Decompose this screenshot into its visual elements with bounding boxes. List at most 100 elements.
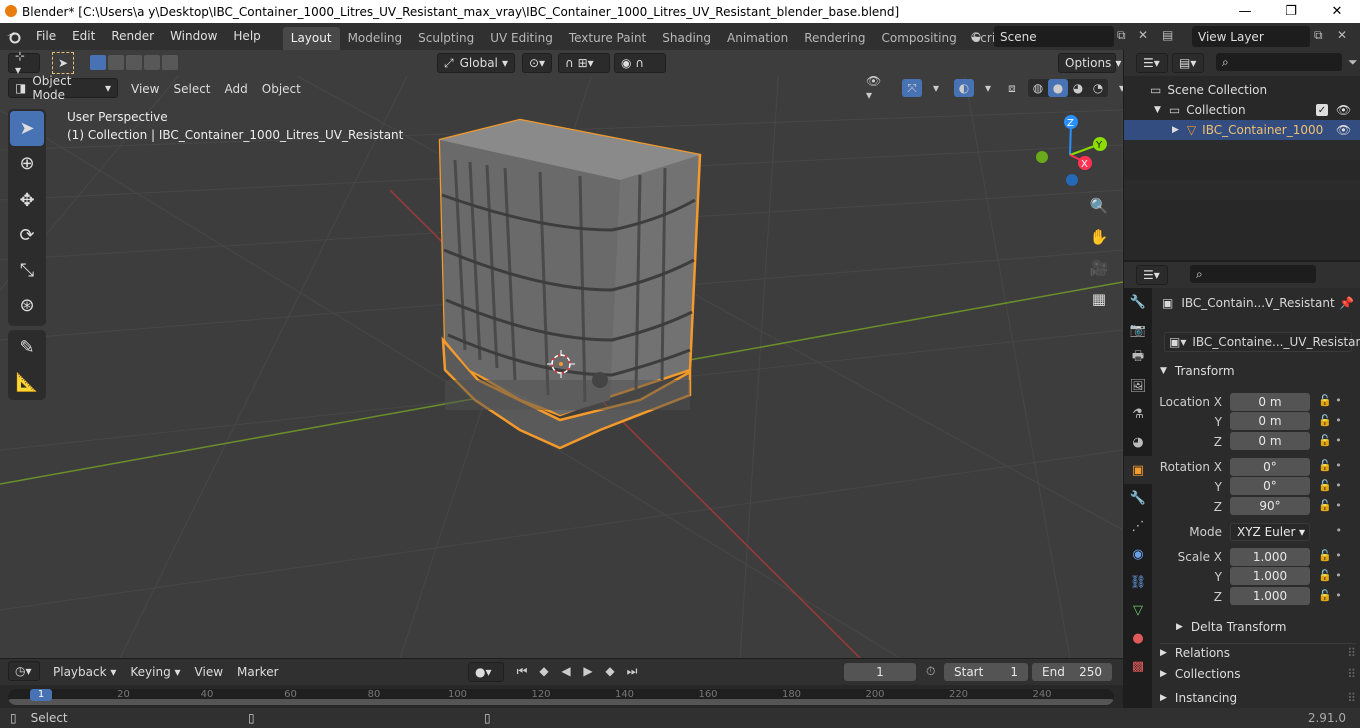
snap-dropdown[interactable]: ∩ ⊞▾ — [558, 53, 610, 73]
visibility-icon[interactable]: 👁▾ — [866, 74, 886, 102]
xray-toggle-icon[interactable]: ⧈ — [1002, 79, 1022, 97]
remove-view-layer-icon[interactable]: ✕ — [1337, 28, 1347, 42]
maximize-button[interactable]: ❐ — [1268, 0, 1314, 23]
timeline-menu-playback[interactable]: Playback ▾ — [46, 662, 123, 682]
lock-icon[interactable]: 🔓 • — [1318, 499, 1342, 524]
wireframe-shading-icon[interactable]: ◍ — [1028, 79, 1048, 97]
timeline-menu-view[interactable]: View — [188, 662, 230, 682]
tab-compositing[interactable]: Compositing — [873, 27, 964, 50]
playhead-indicator[interactable]: 1 — [30, 689, 52, 701]
minimize-button[interactable]: — — [1222, 0, 1268, 23]
auto-keying-toggle[interactable]: ●▾ — [468, 662, 504, 682]
select-mode-extend-icon[interactable] — [108, 55, 124, 70]
outliner-display-mode-button[interactable]: ▤▾ — [1172, 53, 1204, 73]
rotation-y-field[interactable]: 0° — [1230, 477, 1310, 495]
expand-arrow-icon[interactable]: ▼ — [1154, 105, 1161, 115]
outliner-row-scene-collection[interactable]: ▭ Scene Collection — [1124, 80, 1360, 100]
menu-help[interactable]: Help — [225, 23, 268, 50]
jump-end-icon[interactable]: ⏭ — [622, 662, 642, 680]
scene-icon[interactable]: ◒ — [966, 26, 986, 46]
move-tool-icon[interactable]: ✥ — [8, 183, 46, 218]
cursor-tool-icon[interactable]: ⊕ — [8, 146, 46, 181]
annotate-tool-icon[interactable]: ✎ — [8, 330, 46, 365]
outliner-row-collection[interactable]: ▼ ▭ Collection ✓ 👁 — [1124, 100, 1360, 120]
collection-checkbox[interactable]: ✓ — [1316, 104, 1328, 116]
timeline-menu-marker[interactable]: Marker — [230, 662, 285, 682]
new-view-layer-icon[interactable]: ⧉ — [1314, 28, 1323, 43]
texture-tab-icon[interactable]: ▩ — [1124, 652, 1152, 680]
properties-search-input[interactable]: ⌕ — [1190, 265, 1316, 283]
lock-icon[interactable]: 🔓 • — [1318, 589, 1342, 609]
scene-field[interactable]: Scene — [994, 26, 1114, 47]
location-x-field[interactable]: 0 m — [1230, 393, 1310, 411]
drag-handle-icon[interactable]: ⠿ — [1347, 646, 1356, 660]
view-layer-tab-icon[interactable]: 🖼 — [1124, 372, 1152, 400]
drag-handle-icon[interactable]: ⠿ — [1347, 691, 1356, 705]
material-tab-icon[interactable]: ● — [1124, 624, 1152, 652]
outliner-editor-type-button[interactable]: ☰▾ — [1136, 53, 1168, 73]
expand-arrow-icon[interactable]: ▶ — [1172, 125, 1179, 135]
editor-type-button[interactable]: ⊹ ▾ — [8, 50, 40, 77]
play-icon[interactable]: ▶ — [578, 662, 598, 680]
viewport-menu-view[interactable]: View — [124, 79, 166, 99]
blender-menu-icon[interactable] — [0, 30, 28, 44]
object-tab-icon[interactable]: ▣ — [1124, 456, 1152, 484]
viewport-menu-select[interactable]: Select — [166, 79, 217, 99]
tab-animation[interactable]: Animation — [719, 27, 796, 50]
remove-scene-icon[interactable]: ✕ — [1138, 28, 1148, 42]
orthographic-grid-icon[interactable]: ▦ — [1085, 285, 1113, 313]
location-z-field[interactable]: 0 m — [1230, 432, 1310, 450]
transform-tool-icon[interactable]: ⊛ — [8, 288, 46, 323]
lock-icon[interactable]: 🔓 • — [1318, 414, 1342, 434]
tab-rendering[interactable]: Rendering — [796, 27, 873, 50]
select-tool-icon[interactable]: ➤ — [10, 111, 44, 146]
tab-texture-paint[interactable]: Texture Paint — [561, 27, 654, 50]
rendered-shading-icon[interactable]: ◔ — [1088, 79, 1108, 97]
select-mode-set-icon[interactable] — [90, 55, 106, 70]
rotate-tool-icon[interactable]: ⟳ — [8, 218, 46, 253]
previous-keyframe-icon[interactable]: ◆ — [534, 662, 554, 680]
scale-x-field[interactable]: 1.000 — [1230, 548, 1310, 566]
gizmo-toggle-icon[interactable]: ⤧ — [902, 79, 922, 97]
jump-start-icon[interactable]: ⏮ — [512, 662, 532, 680]
timeline-menu-keying[interactable]: Keying ▾ — [123, 662, 187, 682]
view-layer-field[interactable]: View Layer — [1192, 26, 1310, 47]
tool-tab-icon[interactable]: 🔧 — [1124, 288, 1152, 316]
current-frame-field[interactable]: 1 — [844, 663, 916, 681]
rotation-x-field[interactable]: 0° — [1230, 458, 1310, 476]
rotation-z-field[interactable]: 90° — [1230, 497, 1310, 515]
pivot-point-dropdown[interactable]: ⊙▾ — [522, 53, 552, 73]
zoom-icon[interactable]: 🔍 — [1085, 192, 1113, 220]
start-frame-field[interactable]: Start 1 — [944, 663, 1028, 681]
modifier-tab-icon[interactable]: 🔧 — [1124, 484, 1152, 512]
ibc-container-object[interactable] — [438, 118, 702, 450]
menu-window[interactable]: Window — [162, 23, 225, 50]
lock-icon[interactable]: 🔓 • — [1318, 479, 1342, 499]
navigation-gizmo[interactable]: Z Y X — [1036, 115, 1107, 186]
shading-dropdown-icon[interactable]: ▾ — [1112, 79, 1123, 97]
material-shading-icon[interactable]: ◕ — [1068, 79, 1088, 97]
physics-tab-icon[interactable]: ◉ — [1124, 540, 1152, 568]
select-mode-intersect-icon[interactable] — [162, 55, 178, 70]
new-scene-icon[interactable]: ⧉ — [1117, 28, 1126, 43]
end-frame-field[interactable]: End 250 — [1032, 663, 1112, 681]
menu-edit[interactable]: Edit — [64, 23, 103, 50]
location-y-field[interactable]: 0 m — [1230, 412, 1310, 430]
transform-section-header[interactable]: ▼ Transform — [1160, 364, 1235, 378]
scale-y-field[interactable]: 1.000 — [1230, 567, 1310, 585]
collections-section-header[interactable]: ▶ Collections ⠿ — [1160, 667, 1356, 681]
viewport-menu-add[interactable]: Add — [218, 79, 255, 99]
tab-sculpting[interactable]: Sculpting — [410, 27, 482, 50]
stopwatch-icon[interactable]: ⏱ — [926, 664, 935, 679]
close-button[interactable]: ✕ — [1314, 0, 1360, 23]
solid-shading-icon[interactable]: ● — [1048, 79, 1068, 97]
keyframe-icon[interactable]: • — [1318, 524, 1342, 549]
timeline-scrollbar[interactable] — [8, 699, 1114, 705]
rotation-mode-dropdown[interactable]: XYZ Euler ▾ — [1230, 523, 1310, 541]
pan-hand-icon[interactable]: ✋ — [1085, 223, 1113, 251]
tab-modeling[interactable]: Modeling — [340, 27, 411, 50]
options-dropdown[interactable]: Options ▾ — [1058, 53, 1121, 73]
object-datablock-field[interactable]: ▣▾ IBC_Containe..._UV_Resistant — [1164, 332, 1360, 352]
view-layer-icon[interactable]: ▤ — [1162, 28, 1173, 42]
lock-icon[interactable]: 🔓 • — [1318, 549, 1342, 569]
